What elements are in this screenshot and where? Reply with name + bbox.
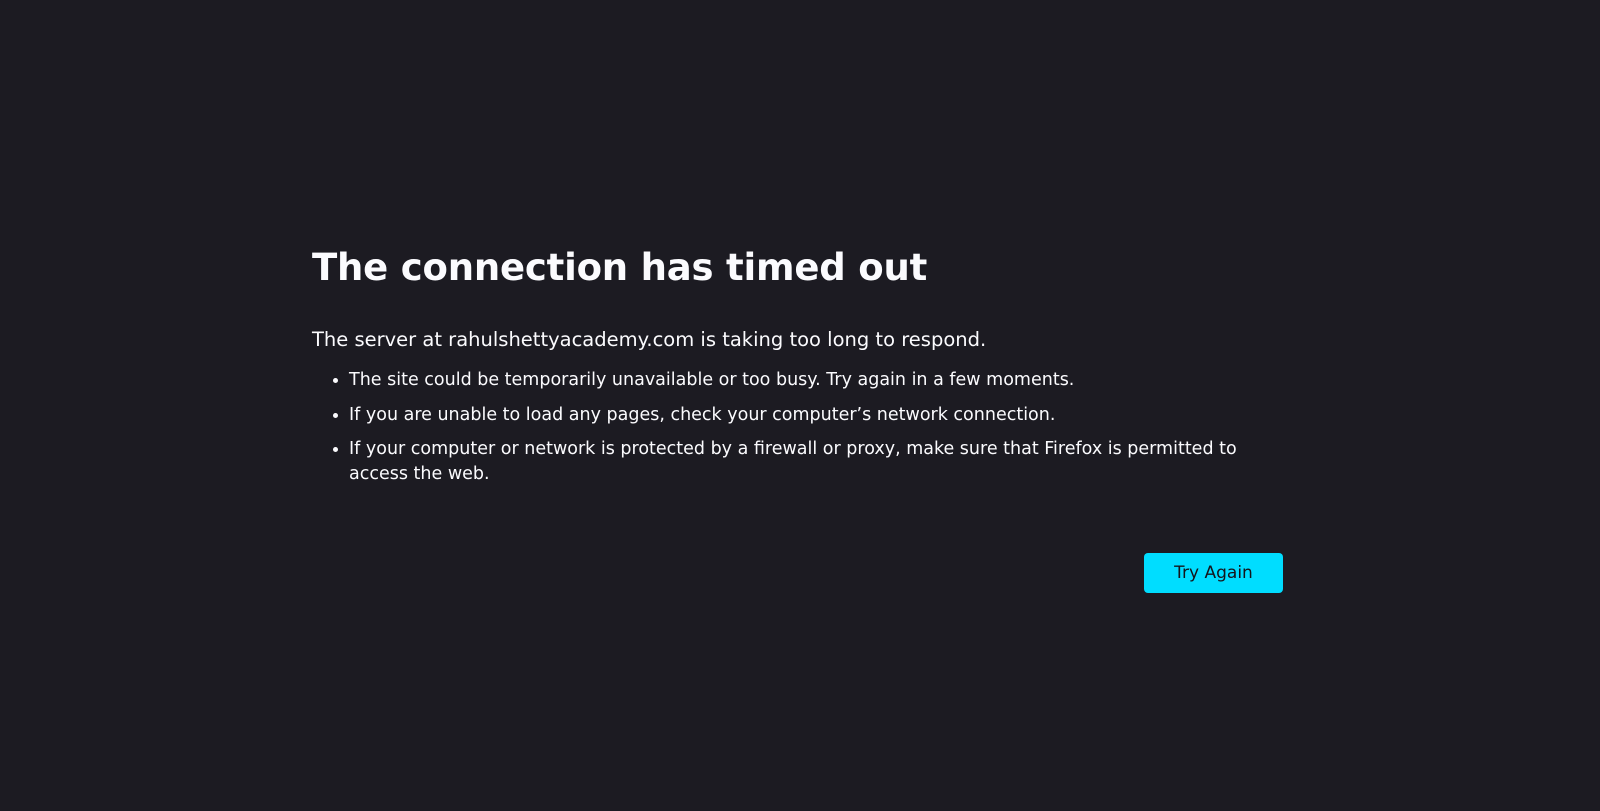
button-row: Try Again [1144, 553, 1283, 593]
error-page-container: The connection has timed out The server … [312, 244, 1282, 497]
try-again-button[interactable]: Try Again [1144, 553, 1283, 593]
error-intro-text: The server at rahulshettyacademy.com is … [312, 328, 987, 351]
suggestion-item: If you are unable to load any pages, che… [349, 403, 1282, 428]
suggestion-item: The site could be temporarily unavailabl… [349, 368, 1282, 393]
suggestion-list: The site could be temporarily unavailabl… [312, 368, 1282, 487]
error-title: The connection has timed out [312, 246, 928, 289]
suggestion-item: If your computer or network is protected… [349, 437, 1282, 487]
